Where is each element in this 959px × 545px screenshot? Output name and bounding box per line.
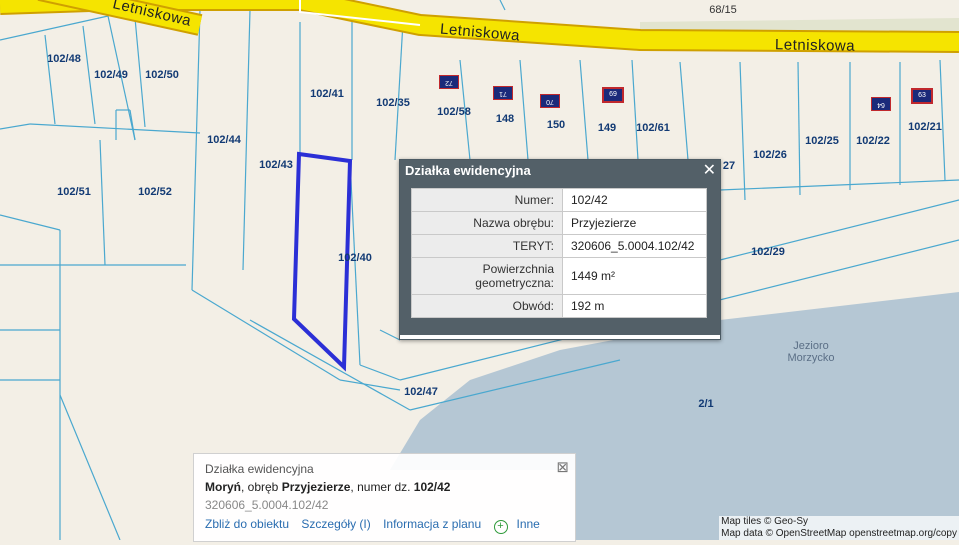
house-number: 64 (871, 97, 891, 111)
street-label-3: Letniskowa (774, 36, 856, 55)
attr-label: Obwód: (411, 294, 563, 318)
close-icon[interactable]: ⊠ (556, 458, 569, 476)
parcel-label: 102/49 (94, 69, 128, 81)
parcel-label: 27 (722, 160, 736, 172)
parcel-label: 102/52 (138, 186, 172, 198)
parcel-label: 148 (495, 113, 515, 125)
zoom-to-object-link[interactable]: Zbliż do obiektu (205, 517, 289, 531)
popup-header: Działka ewidencyjna ✕ (400, 160, 720, 182)
parcel-label: 102/48 (47, 53, 81, 65)
parcel-label: 149 (597, 122, 617, 134)
parcel-label: 102/25 (805, 135, 839, 147)
table-row: TERYT: 320606_5.0004.102/42 (411, 234, 707, 258)
table-row: Obwód: 192 m (411, 294, 707, 318)
parcel-label: 102/26 (753, 149, 787, 161)
parcel-label: 102/22 (856, 135, 890, 147)
parcel-attributes-table: Numer: 102/42 Nazwa obrębu: Przyjezierze… (411, 188, 707, 318)
parcel-label: 102/35 (376, 97, 410, 109)
attr-value: Przyjezierze (562, 211, 707, 235)
house-number: 63 (911, 88, 933, 104)
more-link[interactable]: Inne (517, 517, 540, 531)
house-number: 70 (540, 94, 560, 108)
attr-value: 320606_5.0004.102/42 (562, 234, 707, 258)
house-number: 72 (439, 75, 459, 89)
tiles-attribution: Map tiles © Geo-Sy (721, 516, 808, 527)
info-location: Moryń, obręb Przyjezierze, numer dz. 102… (205, 480, 450, 494)
details-link[interactable]: Szczegóły (I) (301, 517, 370, 531)
house-number: 71 (493, 86, 513, 100)
attr-label: TERYT: (411, 234, 563, 258)
attr-value: 102/42 (562, 188, 707, 212)
parcel-label: 102/44 (207, 134, 241, 146)
info-sep: , numer dz. (350, 480, 414, 494)
attr-value: 1449 m² (562, 257, 707, 295)
parcel-label: 102/50 (145, 69, 179, 81)
house-number: 69 (602, 87, 624, 103)
parcel-label: 102/47 (404, 386, 438, 398)
table-row: Nazwa obrębu: Przyjezierze (411, 211, 707, 235)
table-row: Numer: 102/42 (411, 188, 707, 212)
parcel-label: 102/43 (259, 159, 293, 171)
info-parcel: 102/42 (413, 480, 451, 494)
info-teryt: 320606_5.0004.102/42 (205, 498, 329, 512)
attr-value: 192 m (562, 294, 707, 318)
data-attribution[interactable]: Map data © OpenStreetMap openstreetmap.o… (721, 528, 957, 540)
info-place: Moryń (205, 480, 241, 494)
parcel-label: 102/61 (636, 122, 670, 134)
parcel-label: 102/41 (310, 88, 344, 100)
info-precinct: Przyjezierze (281, 480, 351, 494)
info-title: Działka ewidencyjna (205, 462, 314, 476)
parcel-label: 102/58 (437, 106, 471, 118)
parcel-popup: Działka ewidencyjna ✕ Numer: 102/42 Nazw… (399, 159, 721, 340)
attr-label: Nazwa obrębu: (411, 211, 563, 235)
parcel-label: 2/1 (698, 398, 714, 410)
attr-label: Powierzchnia geometryczna: (411, 257, 563, 295)
parcel-label: 102/51 (57, 186, 91, 198)
lake-label: Jezioro Morzycko (787, 340, 835, 364)
parcel-label: 102/21 (908, 121, 942, 133)
plus-icon[interactable]: + (493, 520, 508, 534)
parcel-info-panel: Działka ewidencyjna ⊠ Moryń, obręb Przyj… (193, 453, 576, 542)
parcel-label: 68/15 (709, 4, 737, 16)
parcel-label: 102/40 (338, 252, 372, 264)
info-sep: , obręb (241, 480, 282, 494)
parcel-label: 150 (546, 119, 566, 131)
attr-label: Numer: (411, 188, 563, 212)
close-icon[interactable]: ✕ (703, 160, 716, 182)
map-attribution: Map tiles © Geo-Sy Map data © OpenStreet… (719, 516, 959, 540)
parcel-label: 102/29 (751, 246, 785, 258)
info-links: Zbliż do obiektu Szczegóły (I) Informacj… (205, 517, 549, 534)
popup-title: Działka ewidencyjna (405, 163, 531, 178)
table-row: Powierzchnia geometryczna: 1449 m² (411, 257, 707, 295)
plan-info-link[interactable]: Informacja z planu (383, 517, 481, 531)
